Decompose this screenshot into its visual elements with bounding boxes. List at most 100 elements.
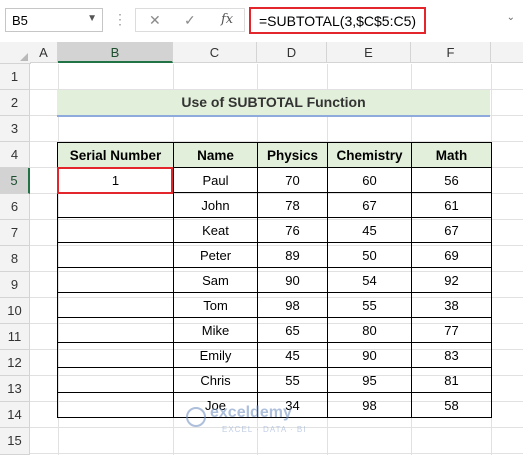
serial-cell[interactable]	[57, 317, 174, 343]
chemistry-cell[interactable]: 80	[327, 317, 412, 343]
header-name[interactable]: Name	[173, 142, 258, 168]
name-box-value: B5	[12, 13, 28, 28]
row-header-10[interactable]: 10	[0, 298, 30, 324]
table-row: Peter 89 50 69	[57, 242, 492, 268]
math-cell[interactable]: 69	[411, 242, 492, 268]
serial-cell[interactable]	[57, 342, 174, 368]
physics-cell[interactable]: 78	[257, 192, 328, 218]
physics-cell[interactable]: 70	[257, 167, 328, 193]
chemistry-cell[interactable]: 95	[327, 367, 412, 393]
header-row: Serial Number Name Physics Chemistry Mat…	[57, 142, 492, 168]
row-header-2[interactable]: 2	[0, 90, 30, 116]
row-header-14[interactable]: 14	[0, 402, 30, 428]
row-header-7[interactable]: 7	[0, 220, 30, 246]
header-math[interactable]: Math	[411, 142, 492, 168]
expand-formula-icon[interactable]: ⌄	[507, 12, 515, 23]
serial-cell[interactable]	[57, 192, 174, 218]
name-box[interactable]: B5 ▼	[5, 8, 103, 32]
row-header-6[interactable]: 6	[0, 194, 30, 220]
column-headers: A B C D E F	[0, 42, 523, 64]
name-cell[interactable]: Emily	[173, 342, 258, 368]
serial-cell[interactable]	[57, 242, 174, 268]
table-row: Sam 90 54 92	[57, 267, 492, 293]
column-header-g[interactable]	[491, 42, 523, 63]
chemistry-cell[interactable]: 67	[327, 192, 412, 218]
math-cell[interactable]: 67	[411, 217, 492, 243]
physics-cell[interactable]: 45	[257, 342, 328, 368]
row-header-13[interactable]: 13	[0, 376, 30, 402]
column-header-a[interactable]: A	[30, 42, 58, 63]
table-row: Keat 76 45 67	[57, 217, 492, 243]
math-cell[interactable]: 92	[411, 267, 492, 293]
name-cell[interactable]: John	[173, 192, 258, 218]
row-header-15[interactable]: 15	[0, 428, 30, 455]
physics-cell[interactable]: 98	[257, 292, 328, 318]
cancel-icon[interactable]: ✕	[149, 12, 161, 29]
chemistry-cell[interactable]: 90	[327, 342, 412, 368]
row-header-12[interactable]: 12	[0, 350, 30, 376]
math-cell[interactable]: 77	[411, 317, 492, 343]
name-cell[interactable]: Tom	[173, 292, 258, 318]
more-options-icon[interactable]: ⋮	[113, 11, 128, 28]
insert-function-icon[interactable]: fx	[221, 12, 233, 27]
table-row: Emily 45 90 83	[57, 342, 492, 368]
enter-icon[interactable]: ✓	[184, 12, 196, 29]
physics-cell[interactable]: 55	[257, 367, 328, 393]
row-header-1[interactable]: 1	[0, 64, 30, 90]
header-serial-number[interactable]: Serial Number	[57, 142, 174, 168]
serial-cell[interactable]	[57, 392, 174, 418]
name-cell[interactable]: Peter	[173, 242, 258, 268]
physics-cell[interactable]: 90	[257, 267, 328, 293]
math-cell[interactable]: 61	[411, 192, 492, 218]
formula-input[interactable]: =SUBTOTAL(3,$C$5:C5)	[249, 7, 426, 34]
math-cell[interactable]: 58	[411, 392, 492, 418]
name-cell[interactable]: Paul	[173, 167, 258, 193]
formula-bar: B5 ▼ ⋮ ✕ ✓ fx =SUBTOTAL(3,$C$5:C5) ⌄	[0, 0, 523, 43]
chemistry-cell[interactable]: 54	[327, 267, 412, 293]
chemistry-cell[interactable]: 60	[327, 167, 412, 193]
physics-cell[interactable]: 76	[257, 217, 328, 243]
math-cell[interactable]: 83	[411, 342, 492, 368]
math-cell[interactable]: 81	[411, 367, 492, 393]
name-cell[interactable]: Sam	[173, 267, 258, 293]
serial-cell[interactable]	[57, 292, 174, 318]
serial-cell[interactable]	[57, 267, 174, 293]
active-cell-highlight	[57, 167, 173, 194]
row-header-9[interactable]: 9	[0, 272, 30, 298]
row-header-11[interactable]: 11	[0, 324, 30, 350]
math-cell[interactable]: 38	[411, 292, 492, 318]
column-header-e[interactable]: E	[327, 42, 411, 63]
name-cell[interactable]: Keat	[173, 217, 258, 243]
column-header-d[interactable]: D	[257, 42, 327, 63]
serial-cell[interactable]	[57, 217, 174, 243]
table-row: Mike 65 80 77	[57, 317, 492, 343]
header-physics[interactable]: Physics	[257, 142, 328, 168]
exceldemy-logo-icon	[186, 407, 206, 427]
header-chemistry[interactable]: Chemistry	[327, 142, 412, 168]
column-header-f[interactable]: F	[411, 42, 491, 63]
watermark-tagline: EXCEL · DATA · BI	[222, 425, 307, 434]
column-header-b[interactable]: B	[58, 42, 173, 63]
column-header-c[interactable]: C	[173, 42, 257, 63]
row-header-4[interactable]: 4	[0, 142, 30, 168]
chemistry-cell[interactable]: 50	[327, 242, 412, 268]
name-cell[interactable]: Chris	[173, 367, 258, 393]
title-border	[57, 115, 490, 117]
table-row: Chris 55 95 81	[57, 367, 492, 393]
chemistry-cell[interactable]: 98	[327, 392, 412, 418]
chemistry-cell[interactable]: 45	[327, 217, 412, 243]
select-all-button[interactable]	[0, 42, 31, 64]
row-header-8[interactable]: 8	[0, 246, 30, 272]
serial-cell[interactable]	[57, 367, 174, 393]
chevron-down-icon[interactable]: ▼	[87, 13, 97, 24]
row-header-3[interactable]: 3	[0, 116, 30, 142]
row-header-5[interactable]: 5	[0, 168, 30, 194]
name-cell[interactable]: Mike	[173, 317, 258, 343]
table-row: Tom 98 55 38	[57, 292, 492, 318]
math-cell[interactable]: 56	[411, 167, 492, 193]
watermark-name: exceldemy	[210, 404, 292, 421]
chemistry-cell[interactable]: 55	[327, 292, 412, 318]
physics-cell[interactable]: 89	[257, 242, 328, 268]
sheet-title: Use of SUBTOTAL Function	[181, 94, 366, 110]
physics-cell[interactable]: 65	[257, 317, 328, 343]
